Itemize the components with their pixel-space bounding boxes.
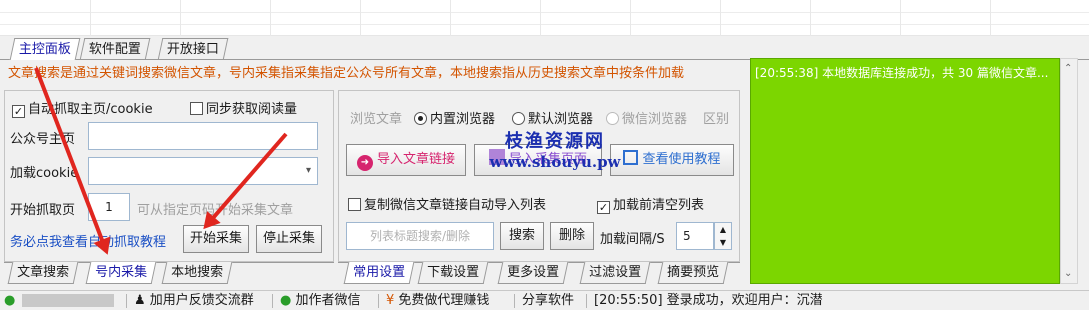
checkbox-icon	[190, 102, 203, 115]
tab-summary-preview[interactable]: 摘要预览	[657, 262, 729, 284]
wechat-icon: ●	[280, 293, 292, 308]
info-text: 文章搜索是通过关键词搜索微信文章，号内采集指采集指定公众号所有文章，本地搜索指从…	[8, 66, 685, 81]
stop-collect-button[interactable]: 停止采集	[256, 225, 322, 253]
watermark: 枝渔资源网 www.shouyu.pw	[489, 131, 621, 171]
cookie-label: 加载cookie	[10, 166, 79, 181]
scroll-up-icon[interactable]: ⌃	[1064, 63, 1072, 74]
checkbox-icon	[348, 198, 361, 211]
import-link-button[interactable]: ➜ 导入文章链接	[346, 144, 466, 176]
status-bar: ● ♟ 加用户反馈交流群 ● 加作者微信 ¥ 免费做代理赚钱 分享软件 [20:…	[0, 290, 1089, 310]
share-link[interactable]: 分享软件	[522, 291, 574, 310]
search-button[interactable]: 搜索	[500, 222, 544, 250]
chevron-down-icon: ▾	[305, 165, 311, 176]
import-icon: ➜	[356, 155, 373, 171]
login-status: [20:55:50] 登录成功，欢迎用户：沉潜	[594, 293, 823, 308]
feedback-group-link[interactable]: ♟ 加用户反馈交流群	[134, 291, 254, 310]
log-scrollbar[interactable]: ⌃ ⌄	[1060, 58, 1078, 284]
start-page-label: 开始抓取页	[10, 203, 76, 218]
browse-label: 浏览文章	[350, 112, 403, 127]
interval-label: 加载间隔/S	[600, 232, 665, 247]
tab-more-settings[interactable]: 更多设置	[497, 262, 569, 284]
tab-article-search[interactable]: 文章搜索	[7, 262, 79, 284]
tab-account-collect[interactable]: 号内采集	[85, 262, 157, 284]
radio-wechat-browser: 微信浏览器	[606, 108, 687, 127]
scroll-down-icon[interactable]: ⌄	[1064, 268, 1072, 279]
copy-link-checkbox[interactable]: 复制微信文章链接自动导入列表	[348, 194, 546, 213]
radio-default-browser[interactable]: 默认浏览器	[512, 108, 593, 127]
tutorial-link[interactable]: 务必点我查看自动抓取教程	[10, 231, 166, 250]
sync-read-checkbox[interactable]: 同步获取阅读量	[190, 98, 297, 117]
log-panel: [20:55:38] 本地数据库连接成功，共 30 篇微信文章...	[750, 58, 1060, 284]
top-grid-area	[0, 0, 1089, 36]
auto-fetch-checkbox[interactable]: ✓ 自动抓取主页/cookie	[12, 98, 153, 118]
checkbox-icon: ✓	[597, 201, 610, 214]
tab-common-settings[interactable]: 常用设置	[343, 262, 415, 284]
tab-download-settings[interactable]: 下载设置	[417, 262, 489, 284]
spinner-arrows[interactable]: ▲ ▼	[714, 222, 732, 250]
user-icon: ♟	[134, 293, 146, 308]
radio-icon	[512, 112, 525, 125]
radio-icon	[414, 112, 427, 125]
tab-main-panel[interactable]: 主控面板	[9, 38, 81, 60]
delete-button[interactable]: 删除	[550, 222, 594, 250]
clear-list-checkbox[interactable]: ✓ 加载前清空列表	[597, 194, 704, 214]
checkbox-icon: ✓	[12, 105, 25, 118]
tab-software-config[interactable]: 软件配置	[79, 38, 151, 60]
radio-icon	[606, 112, 619, 125]
coin-icon: ¥	[386, 293, 395, 308]
blurred-user-id	[22, 294, 114, 307]
tab-open-api[interactable]: 开放接口	[157, 38, 229, 60]
proxy-link[interactable]: ¥ 免费做代理赚钱	[386, 291, 489, 310]
interval-spinner[interactable]: 5	[676, 222, 714, 250]
list-search-input[interactable]: 列表标题搜索/删除	[346, 222, 494, 250]
radio-builtin-browser[interactable]: 内置浏览器	[414, 108, 495, 127]
start-collect-button[interactable]: 开始采集	[183, 225, 249, 253]
distinguish-label: 区别	[703, 112, 730, 127]
author-wechat-link[interactable]: ● 加作者微信	[280, 291, 361, 310]
status-ok-icon: ●	[4, 293, 16, 308]
cookie-select[interactable]: ▾	[88, 157, 318, 185]
tab-local-search[interactable]: 本地搜索	[161, 262, 233, 284]
tab-filter-settings[interactable]: 过滤设置	[579, 262, 651, 284]
